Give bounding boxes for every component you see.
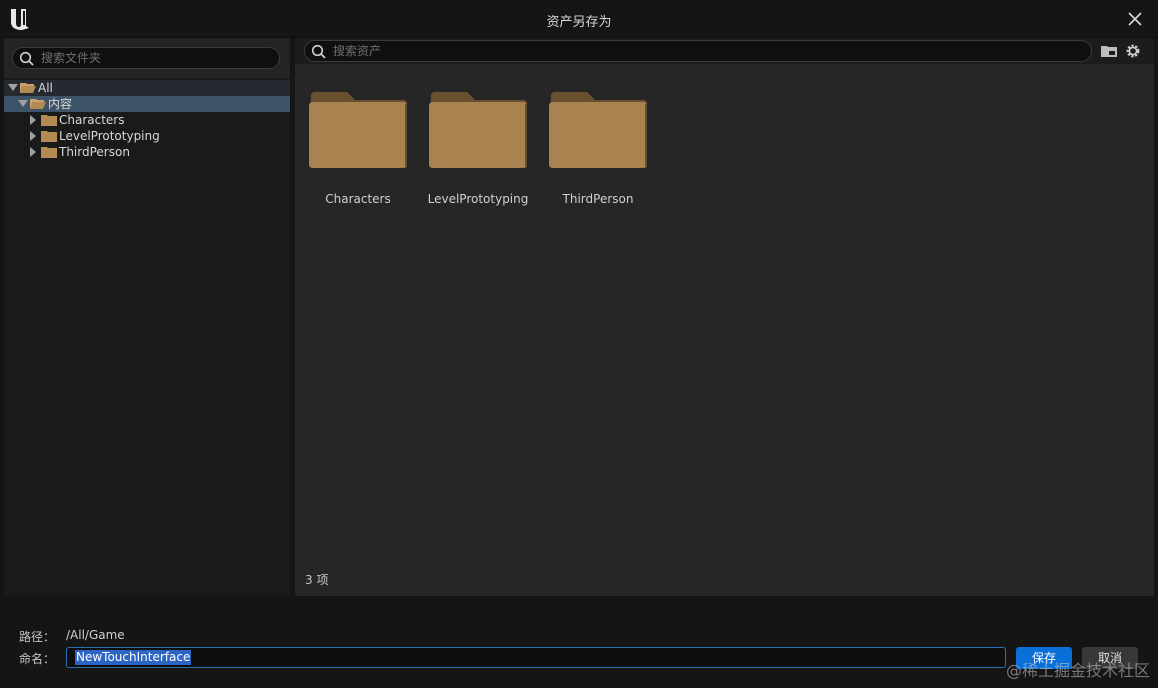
tree-item-characters[interactable]: Characters <box>4 112 290 128</box>
folder-tile-label: ThirdPerson <box>562 192 634 206</box>
path-label: 路径： <box>19 630 56 644</box>
folder-tree-panel: All 内容 Characters LevelPrototyping <box>4 38 290 596</box>
asset-name-input[interactable]: NewTouchInterface <box>66 647 1006 668</box>
folder-tile-characters[interactable]: Characters <box>295 92 407 212</box>
open-folder-icon <box>30 99 46 109</box>
search-icon <box>19 51 34 66</box>
open-folder-icon <box>20 83 36 93</box>
collapse-arrow-icon[interactable] <box>30 131 36 141</box>
tree-item-levelprototyping[interactable]: LevelPrototyping <box>4 128 290 144</box>
folder-tile-label: LevelPrototyping <box>427 192 529 206</box>
tree-item-label: ThirdPerson <box>59 145 130 159</box>
folder-search-box <box>12 47 280 69</box>
folder-icon <box>549 92 647 168</box>
tree-item-all[interactable]: All <box>4 80 290 96</box>
folder-tree: All 内容 Characters LevelPrototyping Third… <box>4 80 290 160</box>
search-icon <box>311 44 326 59</box>
title-bar: 资产另存为 <box>0 0 1158 38</box>
folder-view-icon[interactable] <box>1100 42 1118 60</box>
asset-name-value: NewTouchInterface <box>75 650 192 665</box>
tree-item-content[interactable]: 内容 <box>4 96 290 112</box>
collapse-arrow-icon[interactable] <box>30 115 36 125</box>
tree-item-label: 内容 <box>48 97 73 111</box>
collapse-arrow-icon[interactable] <box>30 147 36 157</box>
item-count: 3 项 <box>305 573 329 587</box>
folder-icon <box>309 92 407 168</box>
folder-search-bar <box>4 38 290 78</box>
folder-icon <box>41 131 57 142</box>
window-title: 资产另存为 <box>546 15 612 30</box>
asset-search-input[interactable] <box>333 41 1083 61</box>
folder-icon <box>429 92 527 168</box>
tree-item-label: LevelPrototyping <box>59 129 160 143</box>
asset-view-panel: Characters LevelPrototyping ThirdPerson … <box>295 38 1154 596</box>
folder-tile-label: Characters <box>325 192 391 206</box>
tree-item-label: All <box>38 81 53 95</box>
save-bar: 路径： /All/Game 命名： NewTouchInterface 保存 取… <box>0 598 1158 688</box>
path-value: /All/Game <box>66 628 125 642</box>
expand-arrow-icon[interactable] <box>8 84 18 91</box>
tree-item-thirdperson[interactable]: ThirdPerson <box>4 144 290 160</box>
expand-arrow-icon[interactable] <box>18 100 28 107</box>
folder-tile-levelprototyping[interactable]: LevelPrototyping <box>415 92 528 212</box>
watermark: @稀土掘金技术社区 <box>1005 661 1150 680</box>
name-label: 命名： <box>19 652 56 666</box>
folder-tile-thirdperson[interactable]: ThirdPerson <box>535 92 647 212</box>
asset-search-box <box>304 40 1092 62</box>
folder-search-input[interactable] <box>41 48 271 68</box>
close-icon[interactable] <box>1126 10 1144 28</box>
asset-search-bar <box>295 38 1154 64</box>
gear-icon[interactable] <box>1124 42 1142 60</box>
folder-icon <box>41 147 57 158</box>
tree-item-label: Characters <box>59 113 125 127</box>
folder-icon <box>41 115 57 126</box>
